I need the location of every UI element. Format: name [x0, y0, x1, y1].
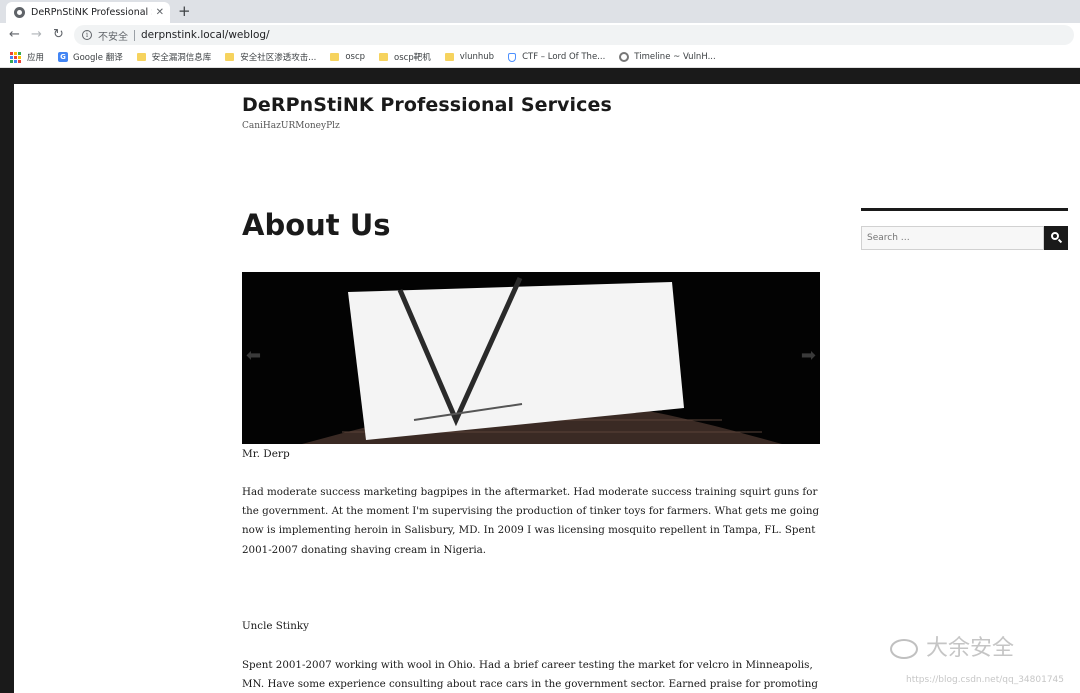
gear-icon [619, 52, 630, 62]
back-arrow-icon[interactable]: ← [9, 26, 20, 44]
bookmark-label: CTF – Lord Of The... [522, 52, 606, 62]
bookmark-label: Google 翻译 [73, 53, 123, 63]
folder-icon [330, 53, 340, 61]
bookmark-google-translate[interactable]: G Google 翻译 [58, 51, 123, 63]
site-title[interactable]: DeRPnStiNK Professional Services [242, 94, 612, 116]
bookmark-label: oscp靶机 [394, 53, 431, 63]
bookmark-folder[interactable]: oscp靶机 [379, 51, 431, 63]
divider [134, 29, 135, 41]
globe-icon [14, 7, 25, 18]
bookmarks-bar: 应用 G Google 翻译 安全漏洞信息库 安全社区渗透攻击... oscp … [0, 47, 1080, 68]
bookmark-label: vlunhub [459, 52, 495, 62]
slider-next-icon[interactable]: ➡ [801, 346, 816, 366]
forward-arrow-icon[interactable]: → [31, 26, 42, 44]
bookmark-folder[interactable]: 安全社区渗透攻击... [225, 51, 316, 63]
page-title: About Us [242, 208, 391, 242]
folder-icon [379, 53, 389, 61]
search-button[interactable] [1044, 226, 1068, 250]
bookmark-label: Timeline ~ VulnH... [634, 52, 716, 62]
bookmark-ctf[interactable]: CTF – Lord Of The... [508, 52, 605, 62]
widget-divider [861, 208, 1068, 211]
folder-icon [225, 53, 235, 61]
google-translate-icon: G [58, 52, 69, 62]
address-bar[interactable]: i 不安全 derpnstink.local/weblog/ [74, 25, 1074, 45]
new-tab-button[interactable]: + [178, 2, 191, 20]
bookmark-apps[interactable]: 应用 [10, 51, 44, 63]
body-paragraph: Spent 2001-2007 working with wool in Ohi… [242, 659, 818, 691]
search-form [861, 226, 1068, 250]
section-heading: Uncle Stinky [242, 620, 309, 632]
bookmark-folder[interactable]: vlunhub [444, 52, 495, 62]
url-text[interactable]: derpnstink.local/weblog/ [141, 29, 270, 41]
reload-icon[interactable]: ↻ [53, 26, 64, 44]
folder-icon [136, 53, 146, 61]
browser-tab[interactable]: DeRPnStiNK Professional Servi ✕ [6, 2, 170, 23]
browser-tab-bar: DeRPnStiNK Professional Servi ✕ + [0, 0, 1080, 23]
slider-prev-icon[interactable]: ⬅ [246, 346, 261, 366]
bookmark-folder[interactable]: oscp [330, 52, 365, 62]
info-icon[interactable]: i [82, 30, 92, 40]
search-input[interactable] [861, 226, 1044, 250]
watermark: 大余安全 [890, 630, 1014, 662]
folder-icon [444, 53, 454, 61]
browser-toolbar: ← → ↻ i 不安全 derpnstink.local/weblog/ [0, 23, 1080, 47]
site-description: CaniHazURMoneyPlz [242, 121, 340, 131]
shield-icon [508, 52, 517, 62]
bookmark-label: 应用 [27, 53, 45, 63]
bookmark-timeline[interactable]: Timeline ~ VulnH... [619, 52, 716, 62]
watermark-url: https://blog.csdn.net/qq_34801745 [906, 675, 1065, 685]
security-status: 不安全 [98, 31, 128, 43]
wechat-logo-icon [890, 639, 918, 659]
page-frame-top [0, 69, 1080, 84]
close-tab-icon[interactable]: ✕ [156, 7, 164, 18]
apps-icon [10, 51, 21, 63]
bookmark-label: 安全漏洞信息库 [151, 53, 212, 63]
body-paragraph: Had moderate success marketing bagpipes … [242, 486, 820, 556]
web-page: DeRPnStiNK Professional Services CaniHaz… [14, 84, 1080, 693]
bookmark-label: oscp [345, 52, 366, 62]
tab-title: DeRPnStiNK Professional Servi [31, 7, 152, 18]
slide-image [242, 272, 820, 444]
image-slider[interactable]: ⬅ ➡ [242, 272, 820, 444]
bookmark-folder[interactable]: 安全漏洞信息库 [136, 51, 212, 63]
slide-caption: Mr. Derp [242, 448, 290, 460]
bookmark-label: 安全社区渗透攻击... [240, 53, 317, 63]
